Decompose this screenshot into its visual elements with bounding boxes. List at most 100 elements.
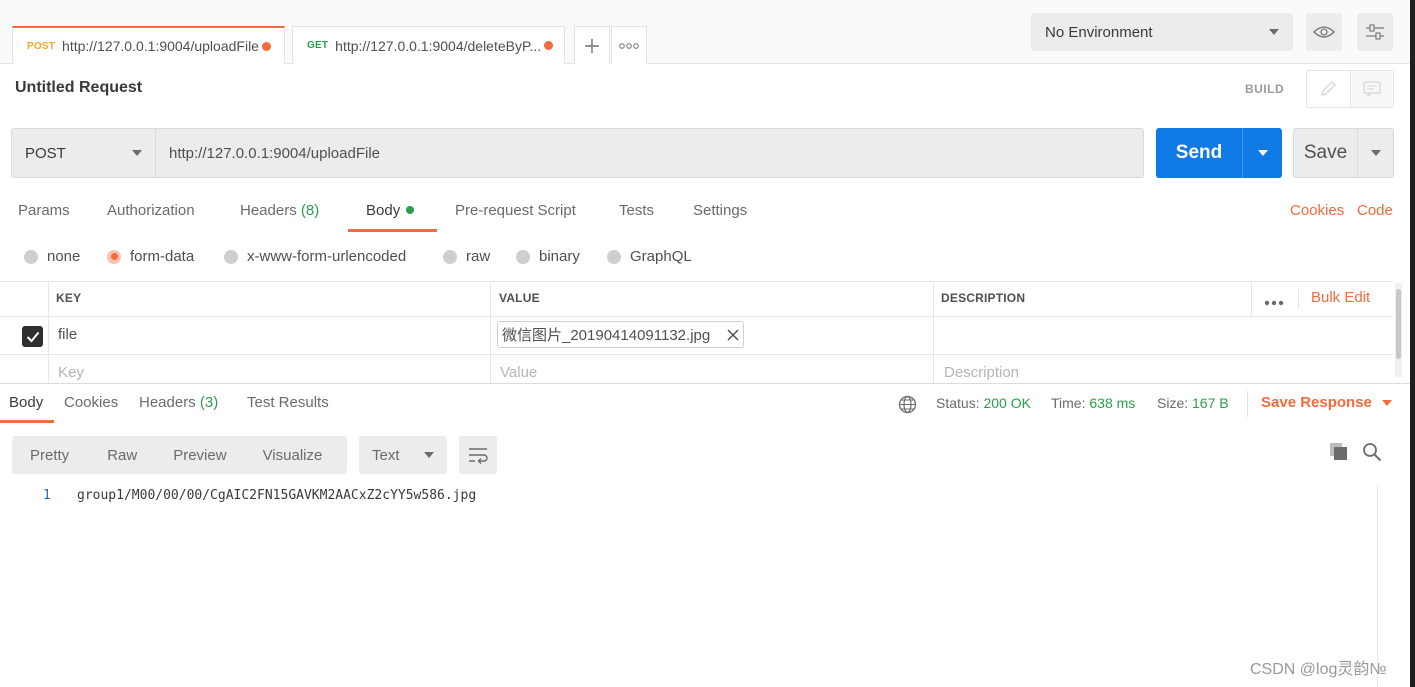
radio-label: binary xyxy=(539,248,580,265)
row-enabled-checkbox[interactable] xyxy=(22,326,43,347)
view-visualize[interactable]: Visualize xyxy=(263,447,323,464)
radio-circle xyxy=(224,249,238,264)
save-options-button[interactable] xyxy=(1357,129,1393,177)
send-options-button[interactable] xyxy=(1242,128,1282,178)
new-tab-button[interactable] xyxy=(574,26,610,64)
save-button[interactable]: Save xyxy=(1293,128,1394,178)
column-options-button[interactable] xyxy=(1264,293,1284,310)
url-value: http://127.0.0.1:9004/uploadFile xyxy=(169,144,380,162)
comment-icon xyxy=(1363,81,1381,97)
environment-quick-look-button[interactable] xyxy=(1306,13,1342,51)
tab-tests[interactable]: Tests xyxy=(619,202,654,219)
response-format-select[interactable]: Text xyxy=(359,436,447,474)
manage-environments-button[interactable] xyxy=(1357,13,1393,51)
close-icon xyxy=(727,328,739,341)
comments-button[interactable] xyxy=(1349,71,1393,107)
file-chip: 微信图片_20190414091132.jpg xyxy=(497,321,744,348)
checkmark-icon xyxy=(26,331,39,342)
response-body-line[interactable]: group1/M00/00/00/CgAIC2FN15GAVKM2AACxZ2c… xyxy=(77,488,476,503)
response-size[interactable]: Size: 167 B xyxy=(1157,395,1229,411)
environment-select[interactable]: No Environment xyxy=(1031,13,1293,51)
response-tab-test-results[interactable]: Test Results xyxy=(247,394,329,411)
response-tab-cookies[interactable]: Cookies xyxy=(64,394,118,411)
divider xyxy=(1298,289,1299,309)
radio-circle xyxy=(516,249,530,264)
key-input-placeholder[interactable]: Key xyxy=(58,364,84,381)
bulk-edit-link[interactable]: Bulk Edit xyxy=(1311,289,1370,306)
cookies-link[interactable]: Cookies xyxy=(1290,202,1344,219)
scrollbar-thumb[interactable] xyxy=(1396,289,1401,359)
active-tab-indicator xyxy=(348,229,437,232)
view-preview[interactable]: Preview xyxy=(173,447,226,464)
tab-headers-label: Headers xyxy=(240,202,297,219)
format-value: Text xyxy=(372,446,400,464)
send-label: Send xyxy=(1175,142,1223,163)
value-input-placeholder[interactable]: Value xyxy=(500,364,537,381)
body-type-urlencoded[interactable]: x-www-form-urlencoded xyxy=(224,248,406,265)
window-edge xyxy=(1410,0,1415,687)
radio-label: form-data xyxy=(130,248,195,265)
request-tab-delete[interactable]: GET http://127.0.0.1:9004/deleteByP... xyxy=(292,26,565,64)
send-button[interactable]: Send xyxy=(1156,128,1282,178)
method-select[interactable]: POST xyxy=(12,129,156,177)
response-tab-headers[interactable]: Headers (3) xyxy=(139,394,218,411)
save-response-button[interactable]: Save Response xyxy=(1261,394,1392,411)
status-value: 200 OK xyxy=(983,395,1031,411)
remove-file-button[interactable] xyxy=(727,328,739,341)
radio-label: none xyxy=(47,248,81,265)
edit-button[interactable] xyxy=(1307,71,1350,107)
response-status[interactable]: Status: 200 OK xyxy=(936,395,1031,411)
search-button[interactable] xyxy=(1362,442,1382,466)
active-tab-indicator xyxy=(0,420,54,423)
tab-body[interactable]: Body xyxy=(366,202,415,219)
more-options-icon xyxy=(619,42,639,49)
key-cell[interactable]: file xyxy=(58,326,77,343)
response-time[interactable]: Time: 638 ms xyxy=(1051,395,1135,411)
column-header-value: VALUE xyxy=(499,291,540,305)
eye-icon xyxy=(1313,26,1335,38)
request-title[interactable]: Untitled Request xyxy=(15,79,142,97)
response-tab-body[interactable]: Body xyxy=(9,394,43,411)
tab-authorization[interactable]: Authorization xyxy=(107,202,195,219)
network-info-button[interactable] xyxy=(898,395,917,418)
divider xyxy=(490,281,491,383)
plus-icon xyxy=(585,38,599,53)
request-tab-bar: POST http://127.0.0.1:9004/uploadFile GE… xyxy=(0,0,1415,64)
tab-url: http://127.0.0.1:9004/uploadFile xyxy=(62,38,259,54)
save-label: Save xyxy=(1303,142,1348,163)
view-pretty[interactable]: Pretty xyxy=(30,447,69,464)
url-input[interactable]: http://127.0.0.1:9004/uploadFile xyxy=(156,129,1143,177)
response-divider[interactable] xyxy=(0,383,1415,384)
response-headers-label: Headers xyxy=(139,394,196,411)
chevron-down-icon xyxy=(1381,399,1392,406)
body-type-raw[interactable]: raw xyxy=(443,248,490,265)
code-link[interactable]: Code xyxy=(1357,202,1393,219)
divider xyxy=(1251,281,1252,316)
tab-headers[interactable]: Headers (8) xyxy=(240,202,319,219)
body-type-binary[interactable]: binary xyxy=(516,248,580,265)
table-scrollbar[interactable] xyxy=(1395,283,1402,377)
body-type-form-data[interactable]: form-data xyxy=(107,248,194,265)
tab-params[interactable]: Params xyxy=(18,202,70,219)
request-tab-upload[interactable]: POST http://127.0.0.1:9004/uploadFile xyxy=(12,26,285,64)
wrap-lines-button[interactable] xyxy=(459,436,497,474)
environment-label: No Environment xyxy=(1045,23,1153,41)
line-number: 1 xyxy=(43,488,51,503)
tab-settings[interactable]: Settings xyxy=(693,202,747,219)
divider xyxy=(48,281,49,383)
tab-pre-request-script[interactable]: Pre-request Script xyxy=(455,202,576,219)
chevron-down-icon xyxy=(132,150,142,156)
time-value: 638 ms xyxy=(1089,395,1136,411)
chevron-down-icon xyxy=(424,452,434,458)
body-type-graphql[interactable]: GraphQL xyxy=(607,248,692,265)
unsaved-dot-icon xyxy=(261,41,271,51)
divider xyxy=(0,316,1393,317)
save-response-label: Save Response xyxy=(1261,394,1372,411)
view-raw[interactable]: Raw xyxy=(107,447,137,464)
body-type-none[interactable]: none xyxy=(24,248,80,265)
copy-icon xyxy=(1330,443,1347,460)
copy-button[interactable] xyxy=(1329,442,1348,465)
column-header-description: DESCRIPTION xyxy=(941,291,1026,305)
description-input-placeholder[interactable]: Description xyxy=(944,364,1019,381)
tab-options-button[interactable] xyxy=(611,26,647,64)
